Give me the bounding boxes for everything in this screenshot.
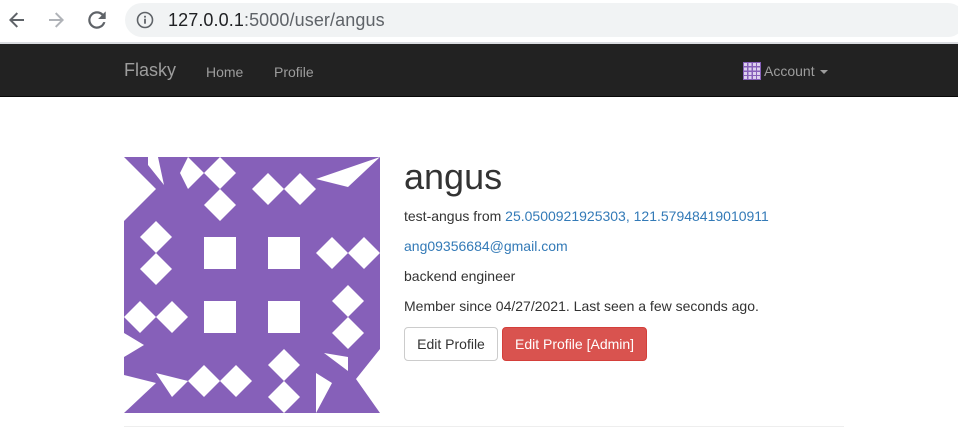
back-button[interactable] xyxy=(4,7,30,33)
back-arrow-icon xyxy=(9,12,24,28)
edit-profile-admin-button[interactable]: Edit Profile [Admin] xyxy=(502,327,647,361)
reload-button[interactable] xyxy=(84,7,110,33)
forward-button[interactable] xyxy=(43,7,69,33)
account-dropdown[interactable]: Account xyxy=(743,61,828,81)
browser-toolbar: 127.0.0.1:5000/user/angus xyxy=(0,0,958,42)
profile-username: angus xyxy=(404,156,503,197)
nav-link-home[interactable]: Home xyxy=(206,62,243,82)
profile-name-location: test-angus from 25.0500921925303, 121.57… xyxy=(404,206,769,226)
email-link[interactable]: ang09356684@gmail.com xyxy=(404,238,568,254)
url-path: :5000/user/angus xyxy=(243,10,385,30)
profile-avatar xyxy=(124,157,380,413)
member-since: Member since 04/27/2021. Last seen a few… xyxy=(404,298,759,314)
url-text: 127.0.0.1:5000/user/angus xyxy=(168,10,385,30)
nav-link-profile[interactable]: Profile xyxy=(274,62,314,82)
caret-down-icon xyxy=(819,69,828,74)
profile-email-line: ang09356684@gmail.com xyxy=(404,236,568,256)
address-bar[interactable]: 127.0.0.1:5000/user/angus xyxy=(125,3,958,37)
from-label: from xyxy=(473,208,502,224)
navbar: Flasky Home Profile Account xyxy=(0,44,958,97)
navbar-brand[interactable]: Flasky xyxy=(124,60,176,80)
account-label: Account xyxy=(764,63,815,79)
profile-about: backend engineer xyxy=(404,268,516,284)
url-host: 127.0.0.1 xyxy=(168,10,244,30)
profile-name: test-angus xyxy=(404,208,470,224)
content-divider xyxy=(124,426,844,427)
location-link[interactable]: 25.0500921925303, 121.57948419010911 xyxy=(505,208,769,224)
info-icon xyxy=(136,11,154,29)
forward-arrow-icon xyxy=(49,12,64,28)
reload-icon xyxy=(88,11,106,29)
account-avatar xyxy=(743,62,761,80)
edit-profile-button[interactable]: Edit Profile xyxy=(404,327,498,361)
